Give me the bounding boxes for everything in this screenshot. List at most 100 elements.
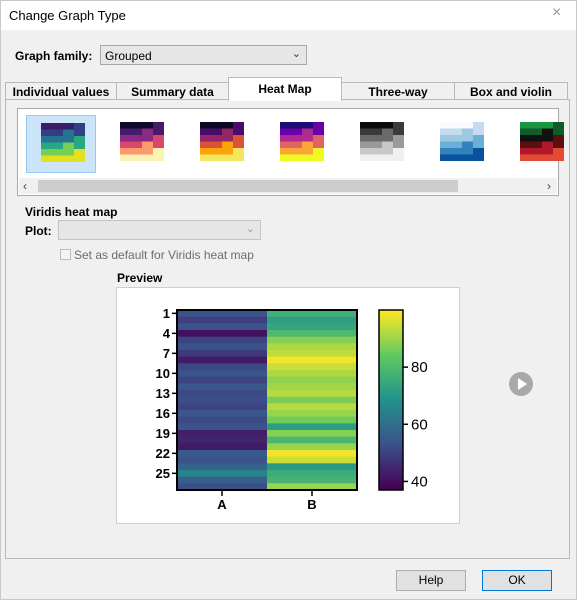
- tab-individual-values[interactable]: Individual values: [5, 82, 117, 100]
- heatmap-cell: [177, 470, 267, 478]
- inferno-heatmap-thumb[interactable]: [186, 115, 256, 173]
- tab-summary-data[interactable]: Summary data: [116, 82, 229, 100]
- set-default-checkbox[interactable]: [60, 249, 71, 260]
- swatch-cell: [63, 142, 74, 149]
- colorbar-segment: [379, 364, 403, 368]
- colorbar-segment: [379, 394, 403, 398]
- heatmap-cell: [177, 403, 267, 411]
- swatch-cell: [473, 128, 484, 135]
- swatch-cell: [233, 148, 244, 155]
- swatch-cell: [313, 135, 324, 142]
- swatch-cell: [63, 149, 74, 156]
- swatch-cell: [200, 154, 211, 161]
- colorbar-segment: [379, 373, 403, 377]
- swatch-cell: [200, 135, 211, 142]
- tab-heat-map[interactable]: Heat Map: [228, 77, 342, 101]
- swatch-cell: [280, 135, 291, 142]
- scrollbar-thumb[interactable]: [38, 180, 458, 192]
- preview-panel: A B 1 4 7 10 13 16 19 22 25 40 60 80: [116, 287, 460, 524]
- x-tick-label: B: [307, 497, 316, 512]
- swatch-cell: [393, 128, 404, 135]
- swatch-cell: [120, 128, 131, 135]
- swatch-cell: [520, 135, 531, 142]
- swatch-cell: [462, 148, 473, 155]
- tab-box-and-violin[interactable]: Box and violin: [454, 82, 568, 100]
- graph-family-select[interactable]: Grouped ⌄: [100, 45, 307, 65]
- heatmap-cell: [267, 363, 357, 371]
- swatch-cell: [302, 148, 313, 155]
- swatch-cell: [131, 141, 142, 148]
- heatmap-cell: [267, 450, 357, 458]
- colorbar-segment: [379, 454, 403, 458]
- blues-heatmap-thumb[interactable]: [426, 115, 496, 173]
- heatmap-cell: [267, 423, 357, 431]
- colorbar-segment: [379, 334, 403, 338]
- colorbar-segment: [379, 484, 403, 488]
- inferno-heatmap-thumb-swatch: [200, 122, 244, 161]
- gallery-scrollbar[interactable]: ‹ ›: [19, 178, 557, 194]
- swatch-cell: [371, 135, 382, 142]
- play-icon[interactable]: [509, 372, 533, 396]
- heatmap-cell: [267, 356, 357, 364]
- swatch-cell: [473, 148, 484, 155]
- swatch-cell: [41, 142, 52, 149]
- colorbar-segment: [379, 430, 403, 434]
- swatch-cell: [553, 141, 564, 148]
- heatmap-cell: [177, 390, 267, 398]
- swatch-cell: [41, 155, 52, 162]
- swatch-cell: [211, 148, 222, 155]
- magma-heatmap-thumb[interactable]: [106, 115, 176, 173]
- scroll-left-icon[interactable]: ‹: [23, 178, 27, 194]
- swatch-cell: [473, 122, 484, 129]
- swatch-cell: [233, 141, 244, 148]
- swatch-cell: [553, 135, 564, 142]
- swatch-cell: [211, 122, 222, 129]
- swatch-cell: [531, 122, 542, 129]
- swatch-cell: [542, 141, 553, 148]
- swatch-cell: [280, 141, 291, 148]
- swatch-cell: [451, 135, 462, 142]
- swatch-cell: [222, 141, 233, 148]
- heatmap-cell: [177, 363, 267, 371]
- viridis-heatmap-thumb[interactable]: [26, 115, 96, 173]
- swatch-cell: [360, 128, 371, 135]
- swatch-cell: [233, 154, 244, 161]
- swatch-cell: [440, 122, 451, 129]
- colorbar-segment: [379, 403, 403, 407]
- swatch-cell: [131, 148, 142, 155]
- scroll-right-icon[interactable]: ›: [547, 178, 551, 194]
- heatmap-cell: [177, 430, 267, 438]
- swatch-cell: [291, 122, 302, 129]
- swatch-cell: [233, 128, 244, 135]
- swatch-cell: [291, 148, 302, 155]
- swatch-cell: [142, 122, 153, 129]
- tab-three-way[interactable]: Three-way: [341, 82, 455, 100]
- swatch-cell: [542, 135, 553, 142]
- swatch-cell: [74, 149, 85, 156]
- swatch-cell: [462, 141, 473, 148]
- swatch-cell: [531, 141, 542, 148]
- colorbar-segment: [379, 358, 403, 362]
- plot-select[interactable]: ⌄: [58, 220, 261, 240]
- close-icon[interactable]: ×: [552, 4, 561, 22]
- swatch-cell: [520, 141, 531, 148]
- window-title: Change Graph Type: [9, 8, 126, 23]
- heatmap-cell: [267, 336, 357, 344]
- heatmap-cell: [267, 383, 357, 391]
- swatch-cell: [382, 141, 393, 148]
- green-black-red-heatmap-thumb[interactable]: [506, 115, 576, 173]
- ok-button[interactable]: OK: [482, 570, 552, 591]
- colorbar-segment: [379, 382, 403, 386]
- swatch-cell: [120, 122, 131, 129]
- heatmap-cell: [267, 430, 357, 438]
- colorbar-segment: [379, 442, 403, 446]
- colorbar-segment: [379, 379, 403, 383]
- heatmap-cell: [177, 356, 267, 364]
- help-button[interactable]: Help: [396, 570, 466, 591]
- plasma-heatmap-thumb[interactable]: [266, 115, 336, 173]
- swatch-cell: [302, 141, 313, 148]
- colorbar-segment: [379, 388, 403, 392]
- grayscale-heatmap-thumb[interactable]: [346, 115, 416, 173]
- swatch-cell: [52, 136, 63, 143]
- colorbar-tick-label: 40: [411, 473, 428, 490]
